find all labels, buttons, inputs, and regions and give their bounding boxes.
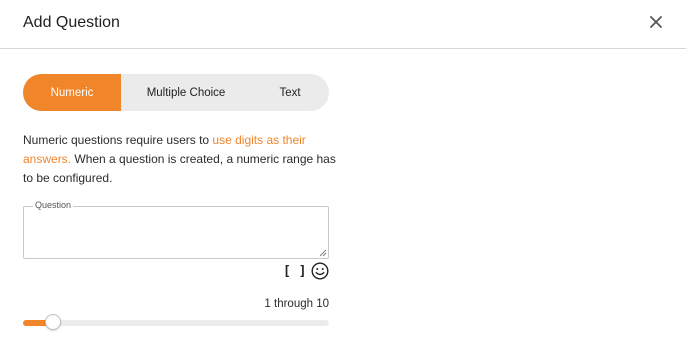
range-slider[interactable] xyxy=(23,314,329,330)
tab-text[interactable]: Text xyxy=(251,74,329,111)
description-part1: Numeric questions require users to xyxy=(23,133,213,147)
resize-handle-icon[interactable] xyxy=(319,249,327,257)
slider-thumb[interactable] xyxy=(45,314,61,330)
bracket-icon[interactable]: [ ] xyxy=(283,264,306,279)
question-type-tabs: Numeric Multiple Choice Text xyxy=(23,74,329,111)
tab-multiple-choice[interactable]: Multiple Choice xyxy=(121,74,251,111)
close-icon[interactable] xyxy=(648,14,664,30)
dialog-header: Add Question xyxy=(0,0,686,49)
question-field-label: Question xyxy=(33,200,74,210)
question-tools: [ ] xyxy=(283,262,329,280)
range-label: 1 through 10 xyxy=(264,298,329,310)
numeric-description: Numeric questions require users to use d… xyxy=(23,131,343,188)
smiley-icon[interactable] xyxy=(311,262,329,280)
dialog-title: Add Question xyxy=(23,14,120,31)
question-field[interactable]: Question xyxy=(23,200,329,259)
tab-numeric[interactable]: Numeric xyxy=(23,74,121,111)
